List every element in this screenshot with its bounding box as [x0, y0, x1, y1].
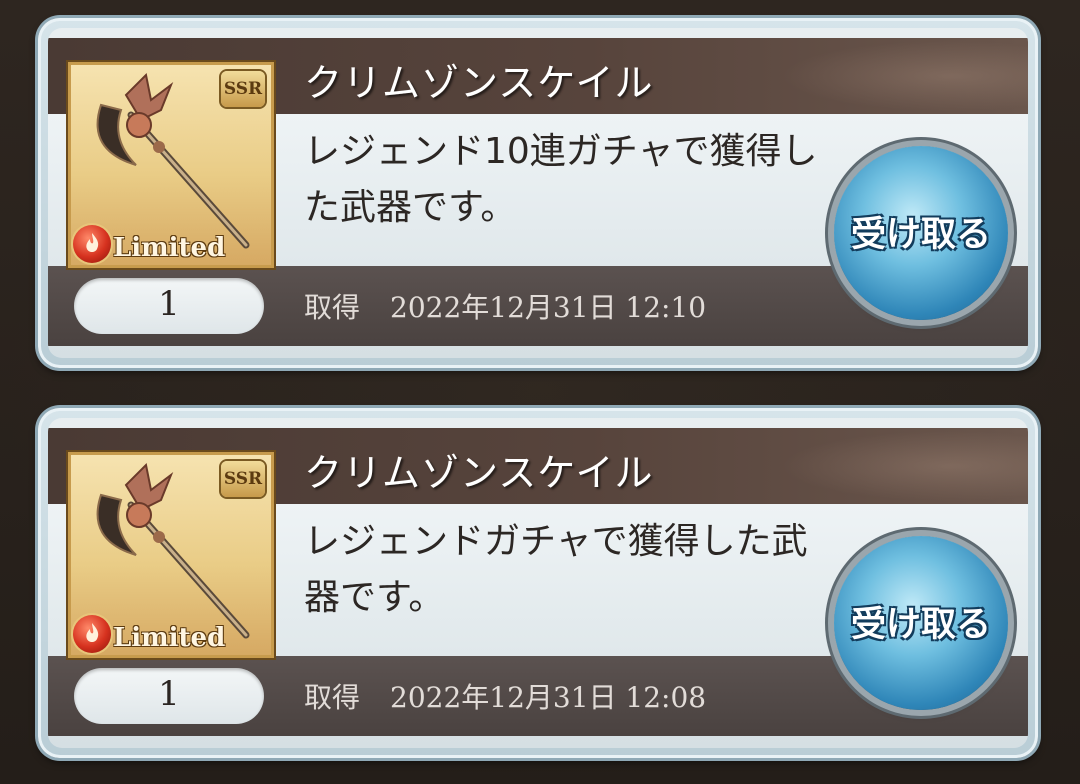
- claim-button[interactable]: 受け取る: [834, 146, 1008, 320]
- acquired-date: 2022年12月31日 12:10: [390, 291, 707, 324]
- gift-item-inner: クリムゾンスケイル レジェンドガチャで獲得した武器です。 1 取得 2022年1…: [48, 418, 1028, 748]
- gift-item-card: クリムゾンスケイル レジェンド10連ガチャで獲得した武器です。 1 取得 202…: [38, 18, 1038, 368]
- claim-button[interactable]: 受け取る: [834, 536, 1008, 710]
- fire-element-icon: [73, 615, 111, 653]
- rarity-badge: SSR: [221, 461, 265, 497]
- weapon-thumbnail[interactable]: SSR Limited: [68, 452, 274, 658]
- limited-tag: Limited: [113, 233, 226, 263]
- item-description: レジェンド10連ガチャで獲得した武器です。: [304, 131, 818, 228]
- item-description: レジェンドガチャで獲得した武器です。: [304, 521, 808, 618]
- quantity-pill: 1: [74, 278, 264, 334]
- claim-button-label: 受け取る: [850, 605, 991, 645]
- rarity-badge: SSR: [221, 71, 265, 107]
- item-name: クリムゾンスケイル: [304, 451, 654, 495]
- fire-element-icon: [73, 225, 111, 263]
- acquired-label: 取得: [304, 681, 361, 714]
- gift-item-inner: クリムゾンスケイル レジェンド10連ガチャで獲得した武器です。 1 取得 202…: [48, 28, 1028, 358]
- limited-tag: Limited: [113, 623, 226, 653]
- claim-button-label: 受け取る: [850, 215, 991, 255]
- weapon-thumbnail[interactable]: SSR Limited: [68, 62, 274, 268]
- item-quantity: 1: [158, 674, 180, 714]
- quantity-pill: 1: [74, 668, 264, 724]
- acquired-date: 2022年12月31日 12:08: [390, 681, 707, 714]
- acquired-label: 取得: [304, 291, 361, 324]
- gift-item-card: クリムゾンスケイル レジェンドガチャで獲得した武器です。 1 取得 2022年1…: [38, 408, 1038, 758]
- item-quantity: 1: [158, 284, 180, 324]
- item-name: クリムゾンスケイル: [304, 61, 654, 105]
